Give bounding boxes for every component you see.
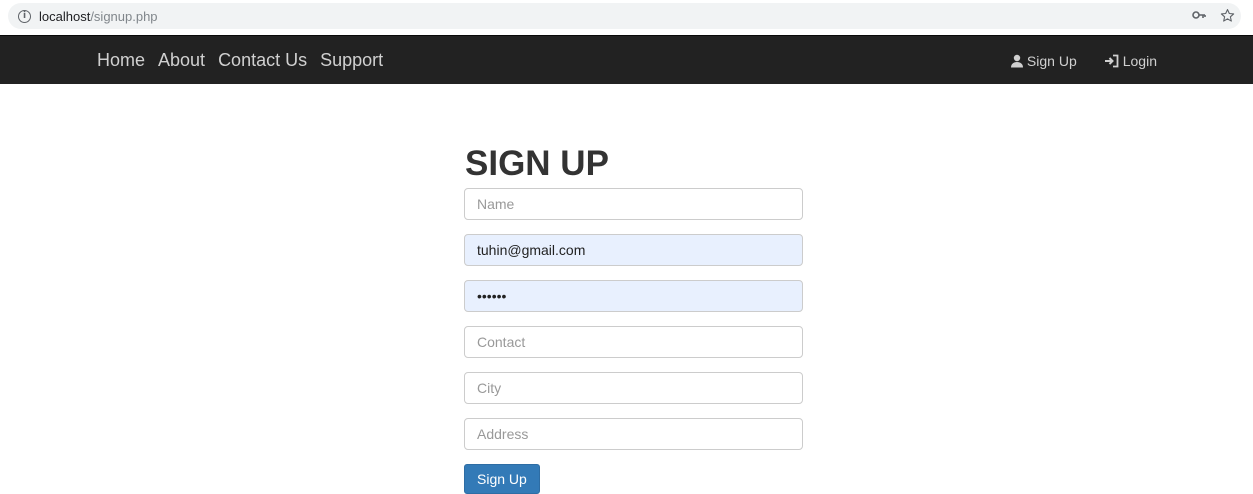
signup-form: SIGN UP Sign Up	[464, 142, 803, 494]
url-host: localhost	[39, 8, 91, 24]
url-field[interactable]: i localhost/signup.php	[8, 3, 1241, 29]
browser-address-bar: i localhost/signup.php	[0, 0, 1253, 34]
password-input[interactable]	[464, 280, 803, 312]
url-path: /signup.php	[90, 8, 158, 24]
nav-left-links: Home About Contact Us Support	[97, 36, 396, 85]
login-icon	[1104, 54, 1119, 67]
top-navbar: Home About Contact Us Support Sign Up Lo…	[0, 35, 1253, 84]
name-input[interactable]	[464, 188, 803, 220]
nav-link-about[interactable]: About	[158, 50, 205, 71]
nav-right-links: Sign Up Login	[1010, 36, 1157, 85]
nav-login-link[interactable]: Login	[1104, 53, 1157, 69]
info-icon[interactable]: i	[18, 9, 31, 23]
signup-submit-button[interactable]: Sign Up	[464, 464, 540, 494]
star-icon[interactable]	[1220, 8, 1235, 27]
nav-signup-link[interactable]: Sign Up	[1010, 53, 1077, 69]
nav-link-support[interactable]: Support	[320, 50, 383, 71]
address-bar-actions	[1192, 8, 1235, 27]
nav-login-label: Login	[1122, 52, 1157, 69]
address-input[interactable]	[464, 418, 803, 450]
key-icon[interactable]	[1192, 8, 1206, 27]
city-input[interactable]	[464, 372, 803, 404]
user-icon	[1010, 54, 1023, 67]
email-input[interactable]	[464, 234, 803, 266]
nav-signup-label: Sign Up	[1026, 52, 1077, 69]
nav-link-contact-us[interactable]: Contact Us	[218, 50, 307, 71]
nav-link-home[interactable]: Home	[97, 50, 145, 71]
page-title: SIGN UP	[465, 144, 609, 183]
contact-input[interactable]	[464, 326, 803, 358]
